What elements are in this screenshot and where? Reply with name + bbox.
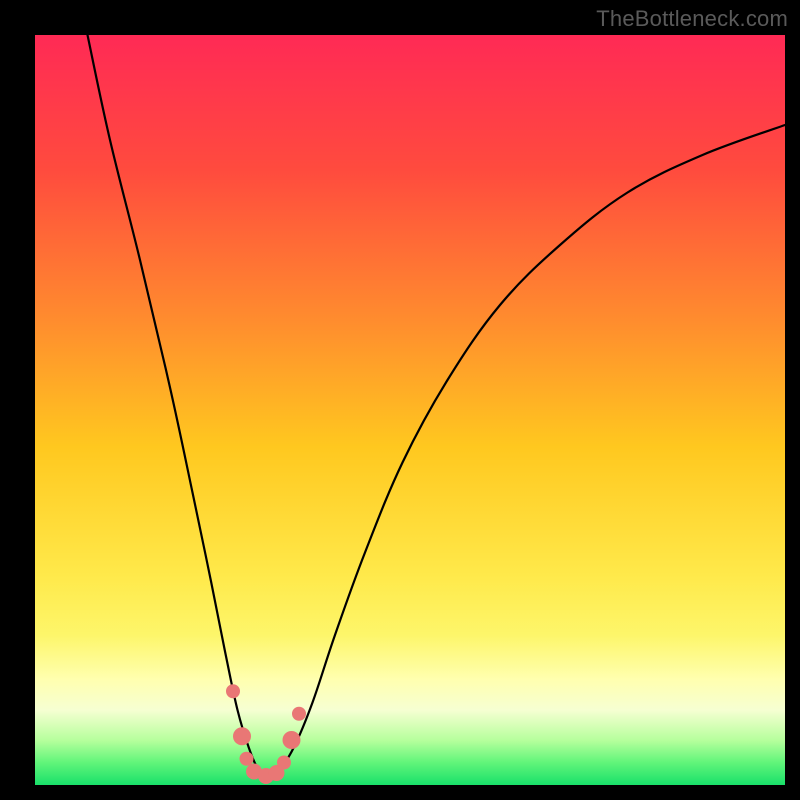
curve-marker bbox=[277, 756, 291, 770]
curve-marker bbox=[233, 727, 251, 745]
curve-marker bbox=[283, 731, 301, 749]
chart-plot-area bbox=[35, 35, 785, 785]
watermark-text: TheBottleneck.com bbox=[596, 6, 788, 32]
curve-marker bbox=[240, 752, 254, 766]
bottleneck-chart bbox=[35, 35, 785, 785]
chart-frame: TheBottleneck.com bbox=[0, 0, 800, 800]
gradient-background bbox=[35, 35, 785, 785]
curve-marker bbox=[226, 684, 240, 698]
curve-marker bbox=[292, 707, 306, 721]
